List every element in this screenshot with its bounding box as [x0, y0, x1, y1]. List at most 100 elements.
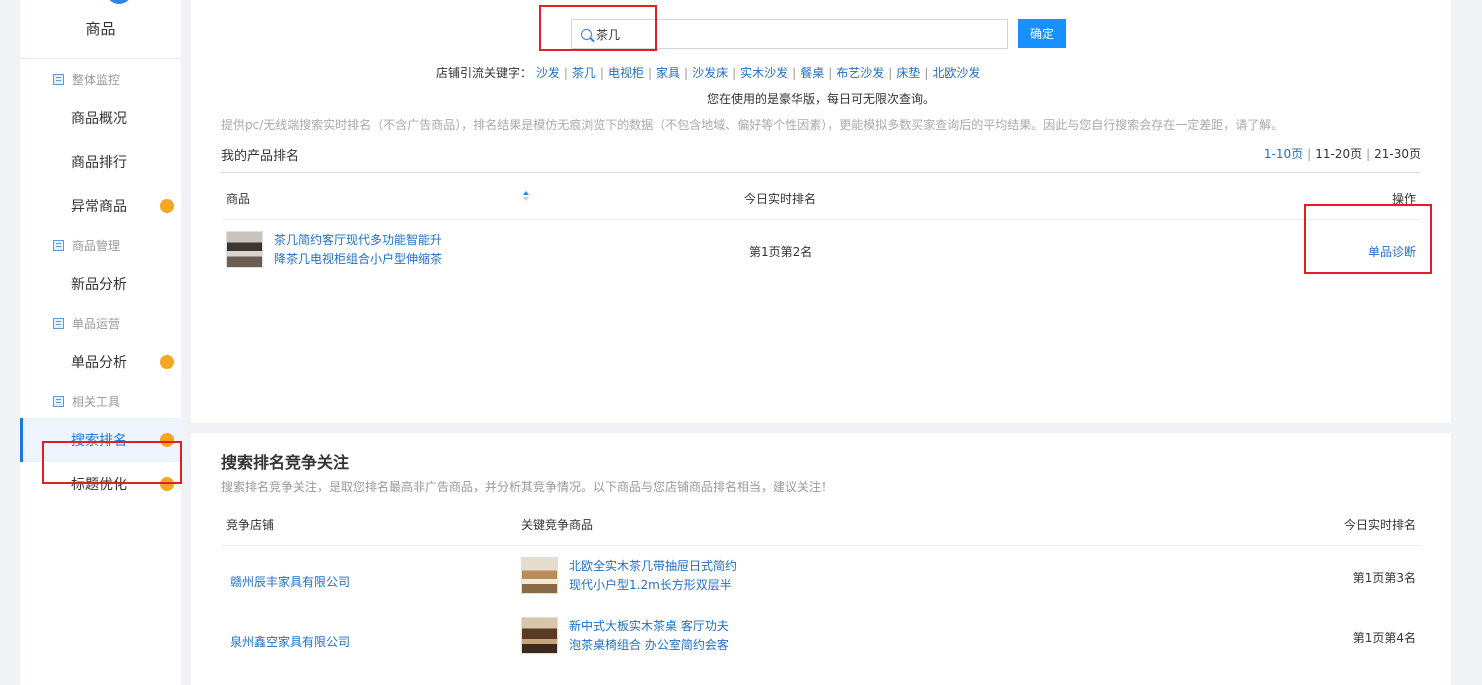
logo-icon	[106, 0, 132, 4]
competition-card: 搜索排名竞争关注 搜索排名竞争关注，是取您排名最高非广告商品，并分析其竞争情况。…	[191, 433, 1451, 685]
product-title-line: 北欧全实木茶几带抽屉日式简约	[569, 559, 738, 573]
badge-dot	[160, 433, 174, 447]
nav-section-label: 整体监控	[72, 72, 121, 87]
competitor-product-link[interactable]: 北欧全实木茶几带抽屉日式简约 现代小户型1.2m长方形双层半	[569, 557, 737, 595]
keyword-link[interactable]: 茶几	[572, 66, 596, 80]
building-icon	[53, 239, 64, 251]
keyword-link[interactable]: 实木沙发	[740, 66, 788, 80]
sidebar-item-label: 商品概况	[71, 111, 127, 127]
sidebar-item[interactable]: 商品概况	[20, 96, 181, 140]
keyword-link[interactable]: 家具	[656, 66, 680, 80]
product-title-line: 降茶几电视柜组合小户型伸缩茶	[274, 252, 443, 266]
my-rank-title: 我的产品排名	[221, 149, 300, 164]
nav-section-label: 相关工具	[72, 394, 121, 409]
pager-separator: |	[1307, 147, 1312, 161]
sidebar: 商品 整体监控商品概况商品排行异常商品商品管理新品分析单品运营单品分析相关工具搜…	[20, 0, 181, 685]
keyword-link[interactable]: 布艺沙发	[836, 66, 884, 80]
product-thumbnail[interactable]	[226, 231, 263, 268]
sidebar-item-label: 标题优化	[71, 477, 127, 493]
today-rank-value: 第1页第2名	[749, 245, 813, 259]
description-note: 提供pc/无线端搜索实时排名（不含广告商品），排名结果是模仿无痕浏览下的数据（不…	[221, 118, 1284, 132]
pager-link-3[interactable]: 21-30页	[1374, 147, 1421, 161]
pager-link-2[interactable]: 11-20页	[1315, 147, 1362, 161]
version-note: 您在使用的是豪华版，每日可无限次查询。	[707, 92, 936, 106]
competitor-store-link[interactable]: 赣州辰丰家具有限公司	[230, 573, 350, 590]
keyword-separator: |	[924, 66, 929, 80]
sidebar-item-label: 异常商品	[71, 199, 127, 215]
competition-title: 搜索排名竞争关注	[221, 453, 350, 472]
keyword-link[interactable]: 餐桌	[800, 66, 824, 80]
keyword-link[interactable]: 电视柜	[608, 66, 644, 80]
product-title-link[interactable]: 茶几简约客厅现代多功能智能升 降茶几电视柜组合小户型伸缩茶	[274, 231, 442, 269]
header-divider	[221, 219, 1421, 220]
keyword-separator: |	[888, 66, 893, 80]
sidebar-item-label: 单品分析	[71, 355, 127, 371]
competition-description: 搜索排名竞争关注，是取您排名最高非广告商品，并分析其竞争情况。以下商品与您店铺商…	[221, 480, 834, 494]
nav-section: 单品运营	[20, 306, 181, 340]
confirm-button[interactable]: 确定	[1018, 19, 1066, 48]
sidebar-item-label: 新品分析	[71, 277, 127, 293]
keyword-separator: |	[599, 66, 604, 80]
keyword-separator: |	[732, 66, 737, 80]
competitor-store-link[interactable]: 泉州鑫空家具有限公司	[230, 633, 350, 650]
pager-link-1[interactable]: 1-10页	[1264, 147, 1303, 161]
col-header-competitor-product: 关键竞争商品	[521, 518, 594, 532]
product-title-line: 泡茶桌椅组合 办公室简约会客	[569, 638, 729, 652]
sidebar-item[interactable]: 异常商品	[20, 184, 181, 228]
search-input[interactable]	[596, 27, 976, 41]
nav-section: 商品管理	[20, 228, 181, 262]
building-icon	[53, 73, 64, 85]
keyword-links: 店铺引流关键字： 沙发 | 茶几 | 电视柜 | 家具 | 沙发床 | 实木沙发 | 餐桌 | 布艺沙发 | 床…	[436, 64, 1256, 81]
pager: 1-10页 | 11-20页 | 21-30页	[1264, 145, 1421, 162]
nav-section: 整体监控	[20, 62, 181, 96]
competitor-product-link[interactable]: 新中式大板实木茶桌 客厅功夫 泡茶桌椅组合 办公室简约会客	[569, 617, 729, 655]
keyword-link[interactable]: 沙发床	[692, 66, 728, 80]
sidebar-nav: 整体监控商品概况商品排行异常商品商品管理新品分析单品运营单品分析相关工具搜索排名…	[20, 62, 181, 506]
nav-section-label: 单品运营	[72, 316, 121, 331]
sort-icon[interactable]	[523, 191, 529, 201]
keyword-link[interactable]: 北欧沙发	[932, 66, 980, 80]
nav-section-label: 商品管理	[72, 238, 121, 253]
col-header-product: 商品	[226, 192, 251, 206]
col-header-today-rank: 今日实时排名	[1343, 518, 1416, 532]
col-header-action: 操作	[1391, 192, 1416, 206]
competitor-rank-value: 第1页第3名	[1352, 571, 1416, 585]
competitor-thumbnail[interactable]	[521, 617, 558, 654]
badge-dot	[160, 355, 174, 369]
sidebar-item-label: 搜索排名	[71, 433, 127, 449]
competitor-rank-value: 第1页第4名	[1352, 631, 1416, 645]
keyword-link[interactable]: 沙发	[536, 66, 560, 80]
sidebar-item[interactable]: 新品分析	[20, 262, 181, 306]
badge-dot	[160, 477, 174, 491]
nav-section: 相关工具	[20, 384, 181, 418]
keyword-separator: |	[563, 66, 568, 80]
product-title-line: 新中式大板实木茶桌 客厅功夫	[569, 619, 729, 633]
keyword-separator: |	[792, 66, 797, 80]
keyword-separator: |	[828, 66, 833, 80]
col-header-today-rank: 今日实时排名	[744, 192, 817, 206]
keyword-separator: |	[647, 66, 653, 80]
sidebar-title: 商品	[85, 20, 116, 38]
building-icon	[53, 395, 64, 407]
building-icon	[53, 317, 64, 329]
pager-separator: |	[1366, 147, 1371, 161]
search-icon	[581, 28, 592, 40]
search-rank-card: 确定 店铺引流关键字： 沙发|茶几|电视柜|家具|沙发床|实木沙发|餐桌|布艺沙…	[191, 0, 1451, 423]
single-diagnosis-link[interactable]: 单品诊断	[1368, 243, 1416, 260]
sidebar-item[interactable]: 单品分析	[20, 340, 181, 384]
sidebar-item[interactable]: 搜索排名	[20, 418, 181, 462]
table-top-divider	[221, 172, 1421, 173]
header-divider	[221, 545, 1421, 546]
competitor-thumbnail[interactable]	[521, 557, 558, 594]
keyword-separator: |	[684, 66, 689, 80]
badge-dot	[160, 199, 174, 213]
sidebar-divider	[20, 58, 181, 59]
keyword-link[interactable]: 床垫	[896, 66, 920, 80]
search-box[interactable]	[571, 19, 1008, 49]
col-header-store: 竞争店铺	[226, 518, 275, 532]
sidebar-item[interactable]: 标题优化	[20, 462, 181, 506]
sidebar-item-label: 商品排行	[71, 155, 127, 171]
sidebar-item[interactable]: 商品排行	[20, 140, 181, 184]
keyword-prefix: 店铺引流关键字：	[436, 66, 533, 80]
product-title-line: 现代小户型1.2m长方形双层半	[569, 578, 732, 592]
